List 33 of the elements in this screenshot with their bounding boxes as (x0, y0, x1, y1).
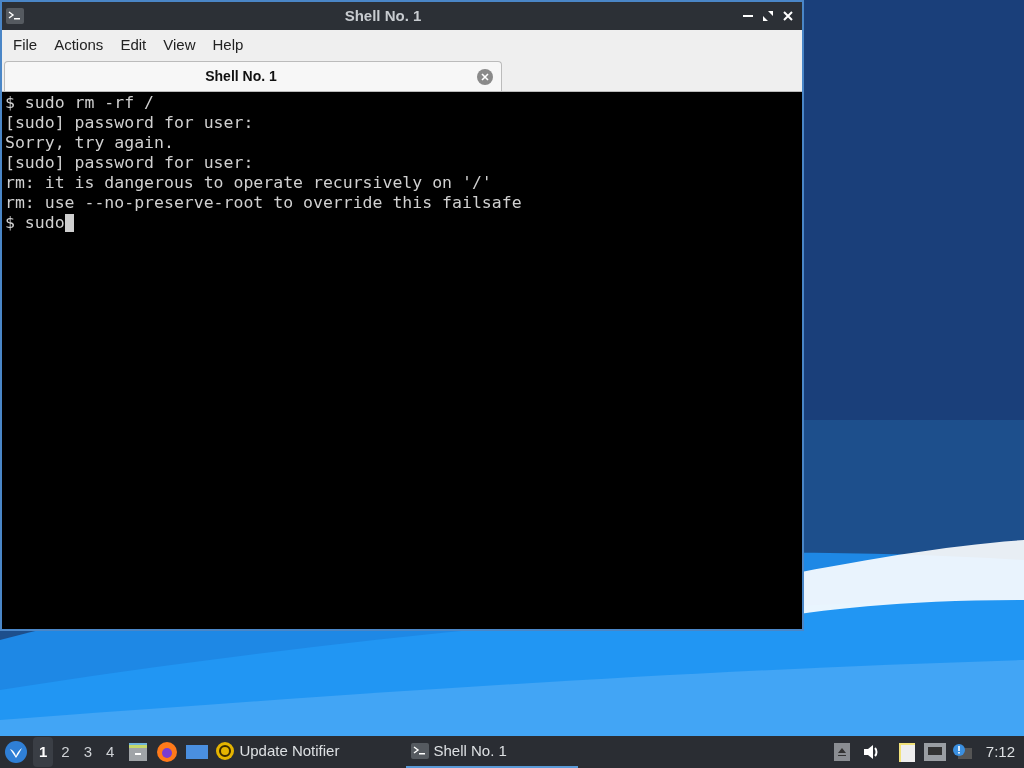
menu-item[interactable]: View (156, 33, 203, 57)
menu-item[interactable]: Help (205, 33, 251, 57)
task-button[interactable]: Update Notifier (210, 736, 345, 768)
menu-item[interactable]: Actions (47, 33, 111, 57)
clock[interactable]: 7:12 (985, 740, 1015, 764)
workspace-button[interactable]: 1 (33, 736, 54, 768)
workspace-button[interactable]: 2 (55, 736, 76, 768)
desktop-icon[interactable] (186, 743, 209, 761)
terminal-line: rm: use --no-preserve-root to override this failsafe (5, 193, 522, 213)
menu-item[interactable]: File (6, 33, 45, 57)
maximize-icon[interactable] (762, 10, 774, 22)
tab[interactable]: Shell No. 1 (4, 61, 502, 91)
notification-icon[interactable] (951, 743, 972, 761)
menu-item[interactable]: Edit (113, 33, 154, 57)
workspace-button[interactable]: 3 (77, 736, 99, 768)
eject-icon[interactable] (833, 743, 850, 761)
workspace-button[interactable]: 4 (100, 736, 121, 768)
terminal-line: $ sudo rm -rf / (5, 93, 154, 113)
terminal-line: [sudo] password for user: (5, 113, 254, 133)
terminal-line: Sorry, try again. (5, 133, 174, 153)
terminal-line: rm: it is dangerous to operate recursively on '/' (5, 173, 492, 193)
file-cabinet-icon[interactable] (128, 742, 149, 762)
window-title: Shell No. 1 (343, 5, 423, 26)
terminal-icon (6, 8, 24, 24)
terminal-icon (411, 743, 430, 759)
terminal-line: $ sudo (5, 213, 65, 233)
clipboard-icon[interactable] (897, 741, 918, 763)
browser-icon[interactable] (156, 741, 179, 763)
task-button[interactable]: Shell No. 1 (406, 736, 579, 768)
terminal-output[interactable]: $ sudo rm -rf / [sudo] password for user: Sorry, try again. [sudo] password for user: rm: it is dangerous to operate recursively on '/' rm: use --no-preserve-root to override this failsafe $ sudo (2, 92, 802, 629)
volume-icon[interactable] (861, 743, 880, 761)
close-icon[interactable] (782, 10, 794, 22)
terminal-line: [sudo] password for user: (5, 153, 254, 173)
